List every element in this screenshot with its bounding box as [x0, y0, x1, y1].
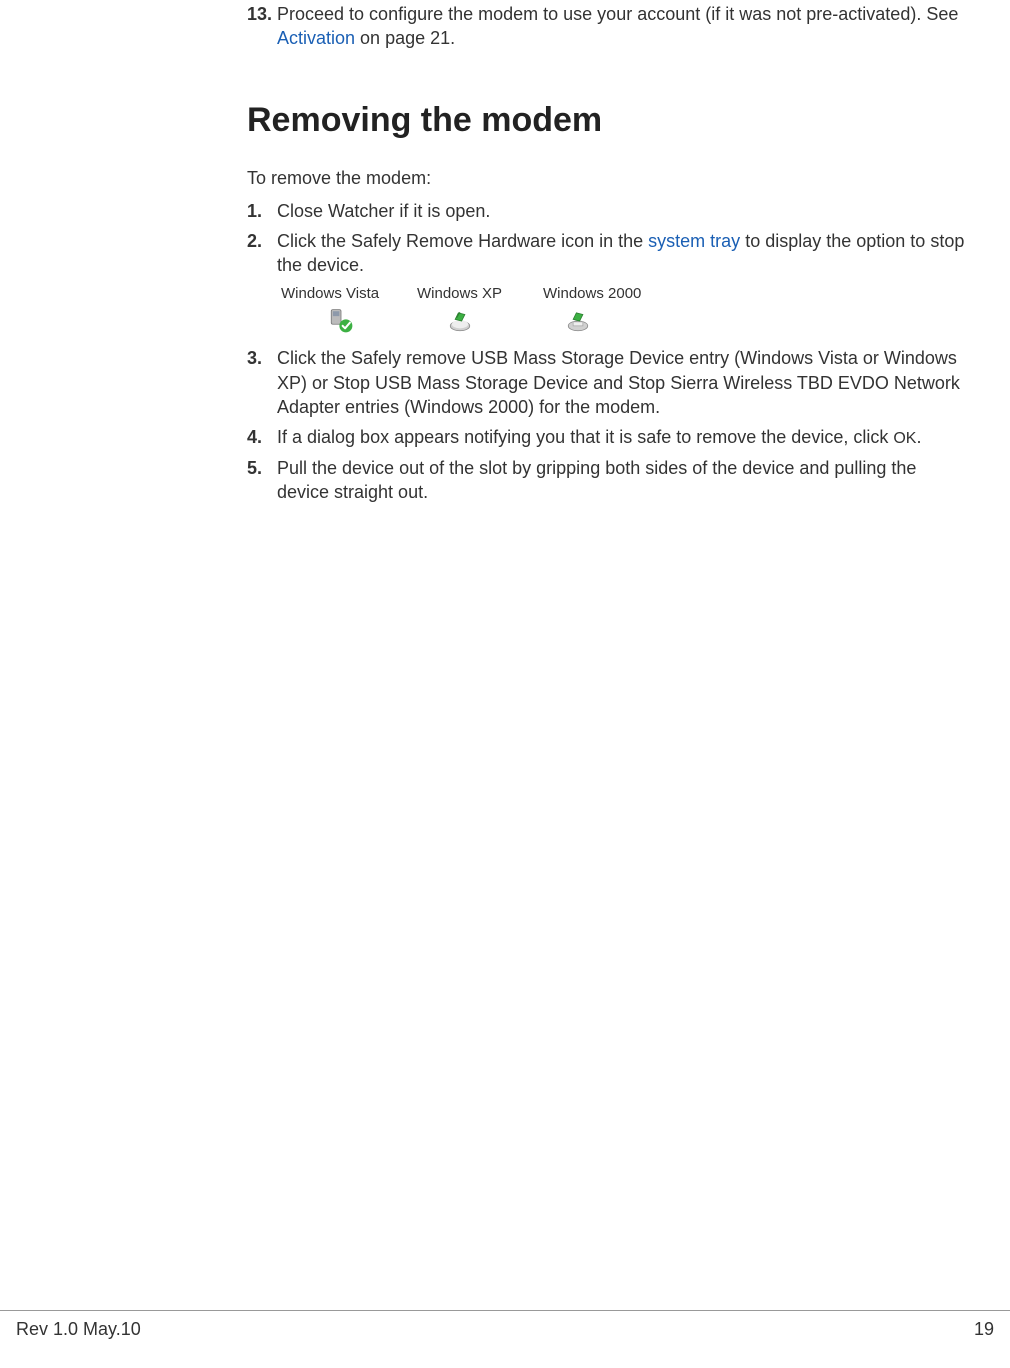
text-segment: If a dialog box appears notifying you th… [277, 427, 893, 447]
os-icons-headers: Windows Vista Windows XP Windows 2000 [281, 285, 967, 302]
safely-remove-xp-icon [447, 308, 473, 334]
activation-link[interactable]: Activation [277, 28, 355, 48]
step-text: If a dialog box appears notifying you th… [277, 425, 967, 450]
step-number: 5. [247, 456, 277, 505]
step-number: 2. [247, 229, 277, 278]
step-number: 4. [247, 425, 277, 450]
text-segment: on page 21. [355, 28, 455, 48]
xp-icon-cell [401, 308, 519, 334]
os-header-xp: Windows XP [417, 285, 507, 302]
page-footer: Rev 1.0 May.10 19 [0, 1310, 1010, 1340]
safely-remove-2000-icon [565, 308, 591, 334]
step-3: 3. Click the Safely remove USB Mass Stor… [247, 346, 967, 419]
os-header-vista: Windows Vista [281, 285, 381, 302]
os-icons-row: Windows Vista Windows XP Windows 2000 [281, 285, 967, 334]
step-text: Click the Safely remove USB Mass Storage… [277, 346, 967, 419]
step-2: 2. Click the Safely Remove Hardware icon… [247, 229, 967, 278]
step-text: Click the Safely Remove Hardware icon in… [277, 229, 967, 278]
text-segment: Click the Safely Remove Hardware icon in… [277, 231, 648, 251]
step-1: 1. Close Watcher if it is open. [247, 199, 967, 223]
safely-remove-vista-icon [328, 308, 354, 334]
step-4: 4. If a dialog box appears notifying you… [247, 425, 967, 450]
step-text: Proceed to configure the modem to use yo… [277, 2, 967, 51]
step-text: Close Watcher if it is open. [277, 199, 967, 223]
section-heading: Removing the modem [247, 101, 967, 140]
text-segment: . [916, 427, 921, 447]
os-header-2000: Windows 2000 [543, 285, 643, 302]
step-number: 3. [247, 346, 277, 419]
system-tray-link[interactable]: system tray [648, 231, 740, 251]
step-text: Pull the device out of the slot by gripp… [277, 456, 967, 505]
footer-revision: Rev 1.0 May.10 [16, 1319, 141, 1340]
ok-label: OK [893, 430, 916, 447]
os-icons-images [281, 308, 967, 334]
w2k-icon-cell [519, 308, 637, 334]
footer-page-number: 19 [974, 1319, 994, 1340]
step-number: 1. [247, 199, 277, 223]
step-number: 13. [247, 2, 277, 51]
vista-icon-cell [281, 308, 401, 334]
document-content: 13. Proceed to configure the modem to us… [247, 2, 967, 511]
step-13: 13. Proceed to configure the modem to us… [247, 2, 967, 51]
step-5: 5. Pull the device out of the slot by gr… [247, 456, 967, 505]
text-segment: Proceed to configure the modem to use yo… [277, 4, 958, 24]
intro-text: To remove the modem: [247, 168, 967, 189]
